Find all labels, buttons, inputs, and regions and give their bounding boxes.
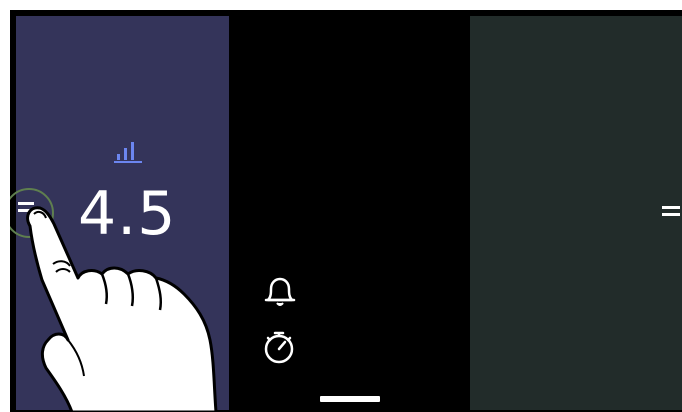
drag-handle-icon[interactable] — [662, 206, 680, 218]
pointing-hand-icon — [26, 206, 218, 412]
home-indicator[interactable] — [320, 396, 380, 402]
timer-icon[interactable] — [262, 330, 296, 364]
bell-icon[interactable] — [262, 276, 298, 310]
signal-strength-icon — [114, 142, 142, 163]
next-tile[interactable] — [470, 16, 682, 410]
